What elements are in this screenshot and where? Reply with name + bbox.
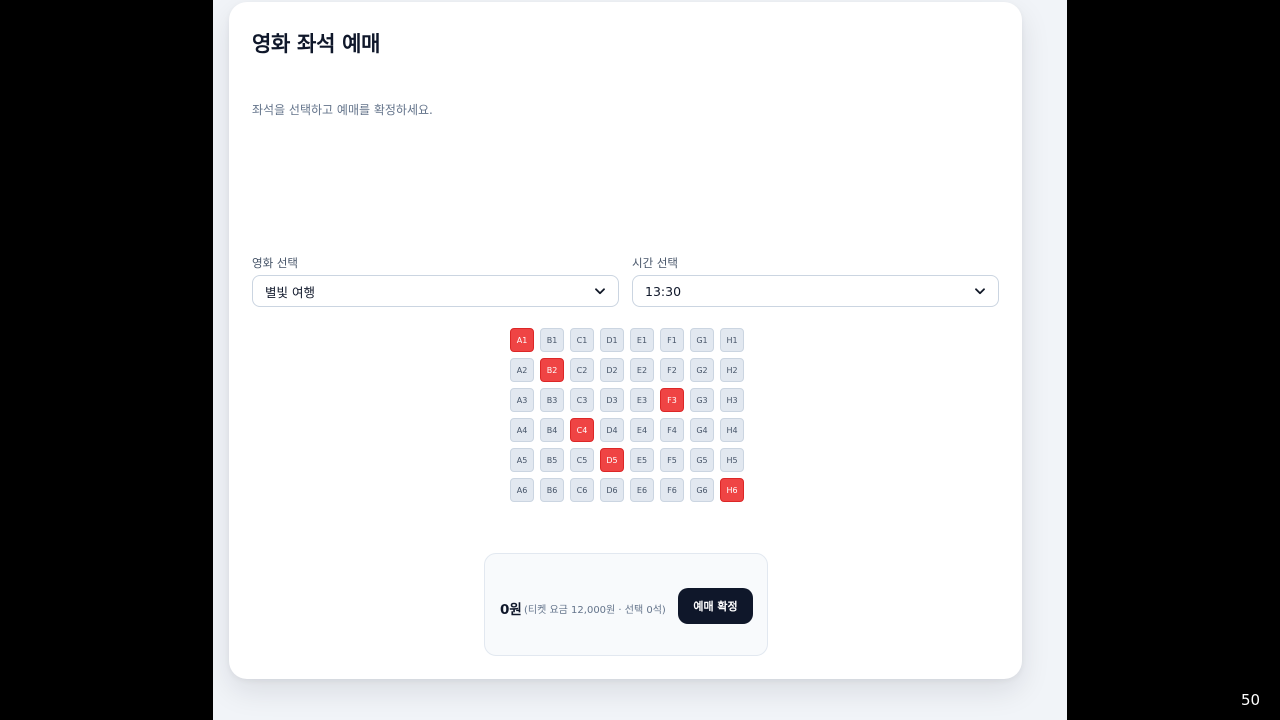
seat[interactable]: C3: [570, 388, 594, 412]
page-title: 영화 좌석 예매: [252, 32, 381, 56]
seat[interactable]: D1: [600, 328, 624, 352]
seat-taken[interactable]: A1: [510, 328, 534, 352]
slide-number: 50: [1241, 691, 1261, 709]
seat[interactable]: H5: [720, 448, 744, 472]
seat[interactable]: A6: [510, 478, 534, 502]
seat[interactable]: B6: [540, 478, 564, 502]
seat[interactable]: E5: [630, 448, 654, 472]
seat[interactable]: A3: [510, 388, 534, 412]
movie-select-value: 별빛 여행: [265, 284, 315, 300]
seat[interactable]: C2: [570, 358, 594, 382]
chevron-down-icon: [974, 285, 986, 297]
seat[interactable]: B1: [540, 328, 564, 352]
seat[interactable]: D3: [600, 388, 624, 412]
time-select[interactable]: 13:30: [632, 275, 999, 307]
seat[interactable]: G6: [690, 478, 714, 502]
seat[interactable]: H3: [720, 388, 744, 412]
seat-taken[interactable]: H6: [720, 478, 744, 502]
seat[interactable]: E3: [630, 388, 654, 412]
seat[interactable]: G4: [690, 418, 714, 442]
seat[interactable]: F5: [660, 448, 684, 472]
seat[interactable]: H1: [720, 328, 744, 352]
seat[interactable]: A4: [510, 418, 534, 442]
seat[interactable]: F6: [660, 478, 684, 502]
booking-summary: 0원 (티켓 요금 12,000원 · 선택 0석) 예매 확정: [484, 553, 768, 656]
seat[interactable]: H2: [720, 358, 744, 382]
seat[interactable]: E1: [630, 328, 654, 352]
seat-taken[interactable]: B2: [540, 358, 564, 382]
seat-taken[interactable]: C4: [570, 418, 594, 442]
seat[interactable]: B4: [540, 418, 564, 442]
seat[interactable]: C5: [570, 448, 594, 472]
seat[interactable]: G5: [690, 448, 714, 472]
seat[interactable]: G1: [690, 328, 714, 352]
seat[interactable]: E2: [630, 358, 654, 382]
seat[interactable]: D4: [600, 418, 624, 442]
total-price: 0원: [500, 602, 522, 618]
seat[interactable]: G2: [690, 358, 714, 382]
seat[interactable]: A5: [510, 448, 534, 472]
seat[interactable]: F4: [660, 418, 684, 442]
price-detail: (티켓 요금 12,000원 · 선택 0석): [524, 605, 666, 616]
seat[interactable]: E4: [630, 418, 654, 442]
app-viewport: 영화 좌석 예매 좌석을 선택하고 예매를 확정하세요. 영화 선택 별빛 여행…: [213, 0, 1067, 720]
seat[interactable]: C6: [570, 478, 594, 502]
seat[interactable]: H4: [720, 418, 744, 442]
chevron-down-icon: [594, 285, 606, 297]
seat[interactable]: F1: [660, 328, 684, 352]
seat-map: A1 B1 C1 D1 E1 F1 G1 H1 A2 B2 C2 D2 E2 F2 G2 H2 A3 B3 C3 D3…: [510, 328, 744, 502]
seat[interactable]: E6: [630, 478, 654, 502]
page-subtitle: 좌석을 선택하고 예매를 확정하세요.: [252, 103, 433, 117]
seat-taken[interactable]: D5: [600, 448, 624, 472]
time-select-value: 13:30: [645, 283, 682, 299]
seat[interactable]: G3: [690, 388, 714, 412]
time-select-label: 시간 선택: [632, 256, 678, 270]
seat[interactable]: B3: [540, 388, 564, 412]
booking-card: 영화 좌석 예매 좌석을 선택하고 예매를 확정하세요. 영화 선택 별빛 여행…: [229, 2, 1022, 679]
seat[interactable]: F2: [660, 358, 684, 382]
seat[interactable]: D2: [600, 358, 624, 382]
confirm-booking-button[interactable]: 예매 확정: [678, 588, 753, 624]
movie-select-label: 영화 선택: [252, 256, 298, 270]
seat[interactable]: C1: [570, 328, 594, 352]
movie-select[interactable]: 별빛 여행: [252, 275, 619, 307]
seat[interactable]: A2: [510, 358, 534, 382]
seat-taken[interactable]: F3: [660, 388, 684, 412]
seat[interactable]: B5: [540, 448, 564, 472]
seat[interactable]: D6: [600, 478, 624, 502]
